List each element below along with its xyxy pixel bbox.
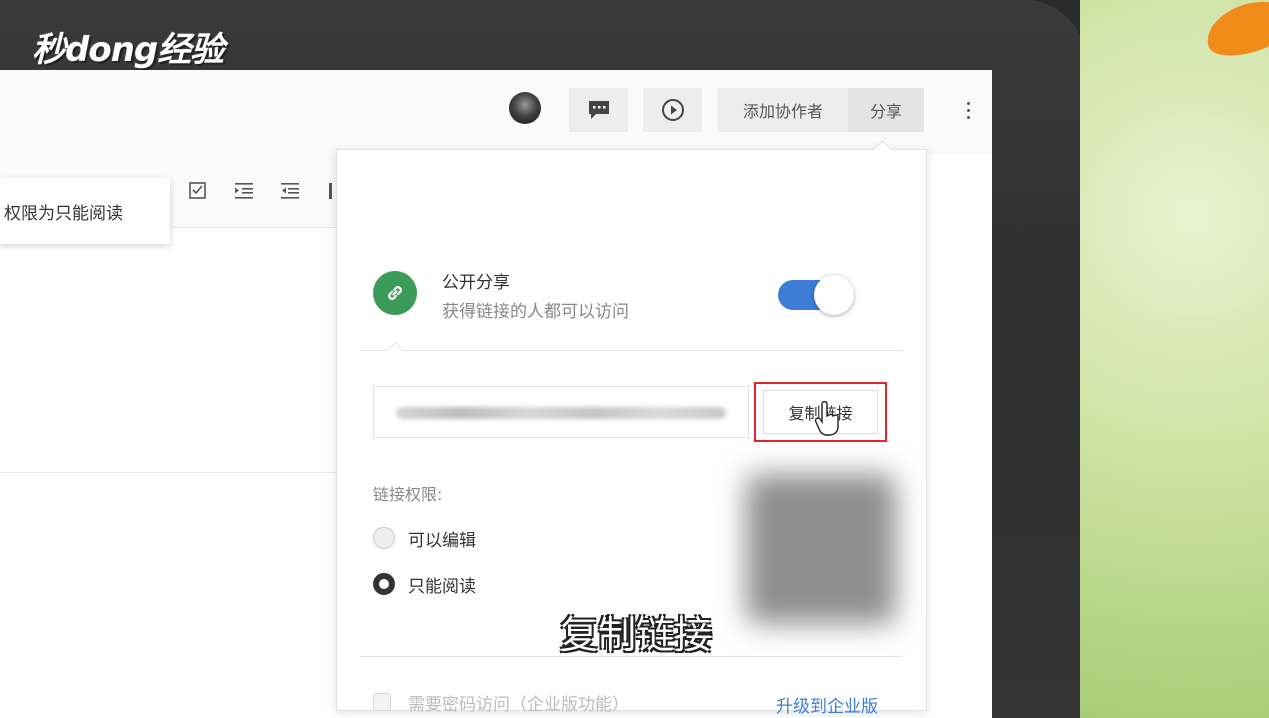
document-divider (0, 472, 340, 473)
blurred-qr-code (746, 474, 896, 624)
radio-can-edit-label[interactable]: 可以编辑 (408, 526, 476, 551)
watermark-logo: 秒dong经验 (32, 30, 224, 70)
share-link-badge (373, 271, 417, 315)
more-options-icon[interactable] (958, 92, 978, 128)
hand-cursor-icon (814, 401, 839, 436)
indent-decrease-icon[interactable] (279, 180, 301, 202)
public-share-description: 获得链接的人都可以访问 (442, 302, 629, 322)
present-button[interactable] (643, 88, 702, 132)
indent-increase-icon[interactable] (233, 180, 255, 202)
background-scene (1080, 0, 1269, 718)
public-share-title: 公开分享 (442, 273, 510, 293)
blurred-url (396, 407, 726, 419)
play-icon (661, 99, 684, 121)
password-option-label: 需要密码访问（企业版功能） (408, 695, 629, 715)
radio-read-only[interactable] (373, 573, 395, 595)
section-divider-bottom (360, 656, 902, 657)
comment-button[interactable] (569, 88, 628, 132)
add-collaborator-button[interactable]: 添加协作者 (718, 88, 848, 132)
public-share-toggle[interactable] (778, 275, 858, 315)
link-icon (388, 286, 402, 300)
avatar[interactable] (509, 92, 541, 124)
password-checkbox[interactable] (373, 693, 391, 711)
permission-tooltip: 权限为只能阅读 (0, 178, 170, 244)
radio-read-only-label[interactable]: 只能阅读 (408, 572, 476, 597)
share-button[interactable]: 分享 (848, 88, 924, 132)
comment-icon (588, 101, 609, 119)
video-caption: 复制链接 (560, 613, 713, 657)
radio-can-edit[interactable] (373, 527, 395, 549)
share-url-field[interactable] (373, 386, 749, 438)
section-divider (360, 350, 902, 351)
toggle-knob (814, 275, 854, 315)
link-permission-label: 链接权限: (373, 485, 443, 504)
upgrade-enterprise-link[interactable]: 升级到企业版 (776, 692, 878, 717)
checklist-icon[interactable] (187, 180, 209, 202)
